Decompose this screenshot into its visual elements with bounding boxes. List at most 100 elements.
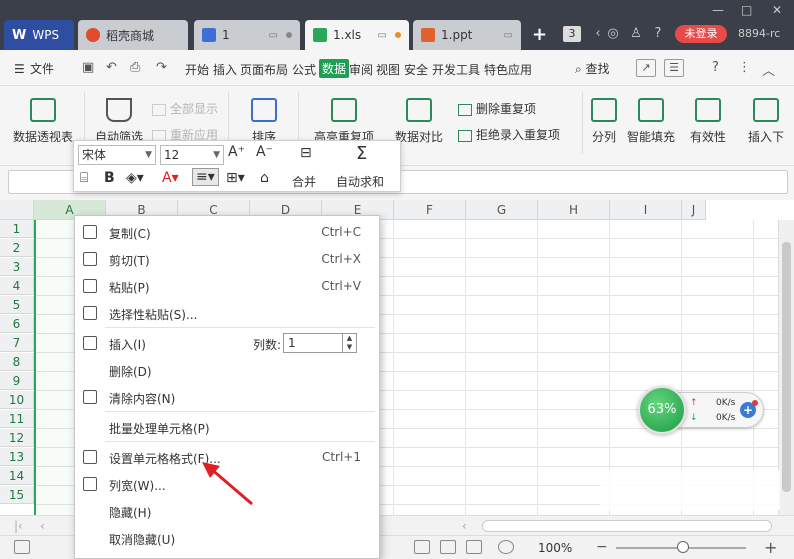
zoom-in-icon[interactable]: + bbox=[764, 538, 777, 557]
print-icon[interactable]: ⎙ bbox=[130, 60, 140, 75]
row-header[interactable]: 6 bbox=[0, 315, 34, 333]
prev-sheet-icon[interactable]: ‹ bbox=[40, 519, 45, 533]
scroll-left-icon[interactable]: ‹ bbox=[462, 519, 467, 533]
tab-docer-store[interactable]: 稻壳商城 bbox=[78, 20, 188, 50]
font-size-select[interactable]: 12 ▼ bbox=[160, 145, 224, 165]
more-icon[interactable]: ⋮ bbox=[738, 60, 751, 75]
row-header[interactable]: 8 bbox=[0, 353, 34, 371]
menu-start[interactable]: 开始 bbox=[185, 61, 209, 78]
menu-data[interactable]: 数据 bbox=[319, 59, 350, 78]
reject-duplicates-button[interactable]: 拒绝录入重复项 bbox=[458, 126, 560, 143]
tab-wps-home[interactable]: W WPS bbox=[4, 20, 74, 50]
tab-sheet-xls[interactable]: 1.xls ▭ bbox=[305, 20, 409, 50]
select-all-corner[interactable] bbox=[0, 200, 34, 220]
smart-fill-button[interactable]: 智能填充 bbox=[624, 98, 678, 145]
menu-item-1[interactable]: 剪切(T) Ctrl+X bbox=[75, 246, 379, 272]
menu-item-5[interactable]: 删除(D) bbox=[75, 357, 379, 383]
decrease-font-icon[interactable]: A⁻ bbox=[256, 144, 273, 160]
row-header[interactable]: 5 bbox=[0, 296, 34, 314]
restore-icon[interactable]: □ bbox=[741, 3, 752, 17]
file-menu[interactable]: ☰ 文件 bbox=[14, 60, 54, 77]
macro-icon[interactable] bbox=[14, 540, 30, 554]
menu-insert[interactable]: 插入 bbox=[213, 61, 237, 78]
row-header[interactable]: 2 bbox=[0, 239, 34, 257]
close-icon[interactable]: ✕ bbox=[772, 3, 782, 17]
eye-protection-icon[interactable] bbox=[498, 540, 514, 554]
new-tab-button[interactable]: + bbox=[532, 24, 547, 45]
tab-count-badge[interactable]: 3 bbox=[563, 26, 581, 42]
data-compare-button[interactable]: 数据对比 bbox=[388, 98, 450, 145]
menu-special-apps[interactable]: 特色应用 bbox=[484, 61, 532, 78]
tab-doc-1[interactable]: 1 ▭ bbox=[194, 20, 300, 50]
menu-page-layout[interactable]: 页面布局 bbox=[240, 61, 288, 78]
menu-item-3[interactable]: 选择性粘贴(S)... bbox=[75, 300, 379, 326]
align-icon[interactable]: ≡▾ bbox=[192, 168, 219, 186]
network-speed-widget[interactable]: 63% ↑ 0K/s ↓ 0K/s + bbox=[638, 386, 766, 434]
column-header-g[interactable]: G bbox=[466, 200, 538, 220]
zoom-slider-thumb[interactable] bbox=[677, 541, 689, 553]
format-painter-icon[interactable]: ⌂ bbox=[260, 170, 269, 186]
menu-developer[interactable]: 开发工具 bbox=[432, 61, 480, 78]
autofilter-button[interactable]: 自动筛选 bbox=[92, 98, 146, 145]
row-header[interactable]: 9 bbox=[0, 372, 34, 390]
undo-icon[interactable]: ↶ bbox=[106, 60, 117, 75]
validity-button[interactable]: 有效性 bbox=[682, 98, 734, 145]
row-header[interactable]: 14 bbox=[0, 467, 34, 485]
save-icon[interactable]: ▣ bbox=[82, 60, 94, 75]
column-header-f[interactable]: F bbox=[394, 200, 466, 220]
row-header[interactable]: 12 bbox=[0, 429, 34, 447]
help-icon[interactable]: ? bbox=[712, 60, 719, 75]
zoom-level[interactable]: 100% bbox=[538, 541, 572, 555]
show-all-button[interactable]: 全部显示 bbox=[152, 100, 218, 117]
menu-item-7[interactable]: 批量处理单元格(P) bbox=[75, 414, 379, 440]
row-header[interactable]: 15 bbox=[0, 486, 34, 504]
page-break-view-icon[interactable] bbox=[466, 540, 482, 554]
shirt-icon[interactable]: ♙ bbox=[628, 26, 644, 42]
row-header[interactable]: 4 bbox=[0, 277, 34, 295]
redo-icon[interactable]: ↷ bbox=[156, 60, 167, 75]
insert-dropdown-button[interactable]: 插入下 bbox=[740, 98, 792, 145]
autosum-label[interactable]: 自动求和 bbox=[336, 173, 384, 190]
menu-item-0[interactable]: 复制(C) Ctrl+C bbox=[75, 219, 379, 245]
increase-font-icon[interactable]: A⁺ bbox=[228, 144, 245, 160]
first-sheet-icon[interactable]: |‹ bbox=[14, 519, 23, 533]
menu-item-6[interactable]: 清除内容(N) bbox=[75, 384, 379, 410]
row-header[interactable]: 11 bbox=[0, 410, 34, 428]
column-count-stepper[interactable]: 1 ▲ ▼ bbox=[283, 333, 357, 353]
menu-formula[interactable]: 公式 bbox=[292, 61, 316, 78]
fill-color-icon[interactable]: ◈▾ bbox=[126, 170, 144, 186]
sum-icon[interactable]: Σ bbox=[356, 143, 367, 164]
login-button[interactable]: 未登录 bbox=[675, 25, 727, 43]
scrollbar-thumb[interactable] bbox=[782, 242, 791, 492]
skin-icon[interactable]: ◎ bbox=[605, 26, 621, 42]
collapse-ribbon-icon[interactable]: ︿ bbox=[762, 60, 775, 79]
row-header[interactable]: 3 bbox=[0, 258, 34, 276]
chevron-left-icon[interactable]: ‹ bbox=[590, 26, 606, 42]
menu-review[interactable]: 审阅 bbox=[349, 61, 373, 78]
column-header-i[interactable]: I bbox=[610, 200, 682, 220]
menu-view[interactable]: 视图 bbox=[376, 61, 400, 78]
split-column-button[interactable]: 分列 bbox=[586, 98, 622, 145]
font-color-icon[interactable]: A▾ bbox=[162, 170, 179, 186]
zoom-out-icon[interactable]: − bbox=[596, 539, 608, 555]
search-button[interactable]: ⌕ 查找 bbox=[575, 60, 610, 77]
memory-usage-circle[interactable]: 63% bbox=[638, 386, 686, 434]
pivot-table-button[interactable]: 数据透视表 bbox=[10, 98, 76, 145]
row-header[interactable]: 13 bbox=[0, 448, 34, 466]
borders-icon[interactable]: ⊞▾ bbox=[226, 170, 245, 186]
row-header[interactable]: 10 bbox=[0, 391, 34, 409]
spin-arrows-icon[interactable]: ▲ ▼ bbox=[342, 334, 356, 352]
share-icon[interactable]: ↗ bbox=[636, 59, 656, 77]
menu-item-4[interactable]: 插入(I) 列数: 1 ▲ ▼ bbox=[75, 330, 379, 356]
normal-view-icon[interactable] bbox=[414, 540, 430, 554]
column-header-j[interactable]: J bbox=[682, 200, 706, 220]
menu-item-11[interactable]: 取消隐藏(U) bbox=[75, 525, 379, 551]
merge-label[interactable]: 合并 bbox=[292, 173, 316, 190]
minimize-icon[interactable]: — bbox=[712, 3, 724, 17]
column-header-h[interactable]: H bbox=[538, 200, 610, 220]
row-header[interactable]: 7 bbox=[0, 334, 34, 352]
sort-button[interactable]: 排序 bbox=[236, 98, 292, 145]
remove-duplicates-button[interactable]: 删除重复项 bbox=[458, 100, 536, 117]
wrap-text-icon[interactable]: ⌸ bbox=[80, 170, 88, 186]
page-layout-view-icon[interactable] bbox=[440, 540, 456, 554]
